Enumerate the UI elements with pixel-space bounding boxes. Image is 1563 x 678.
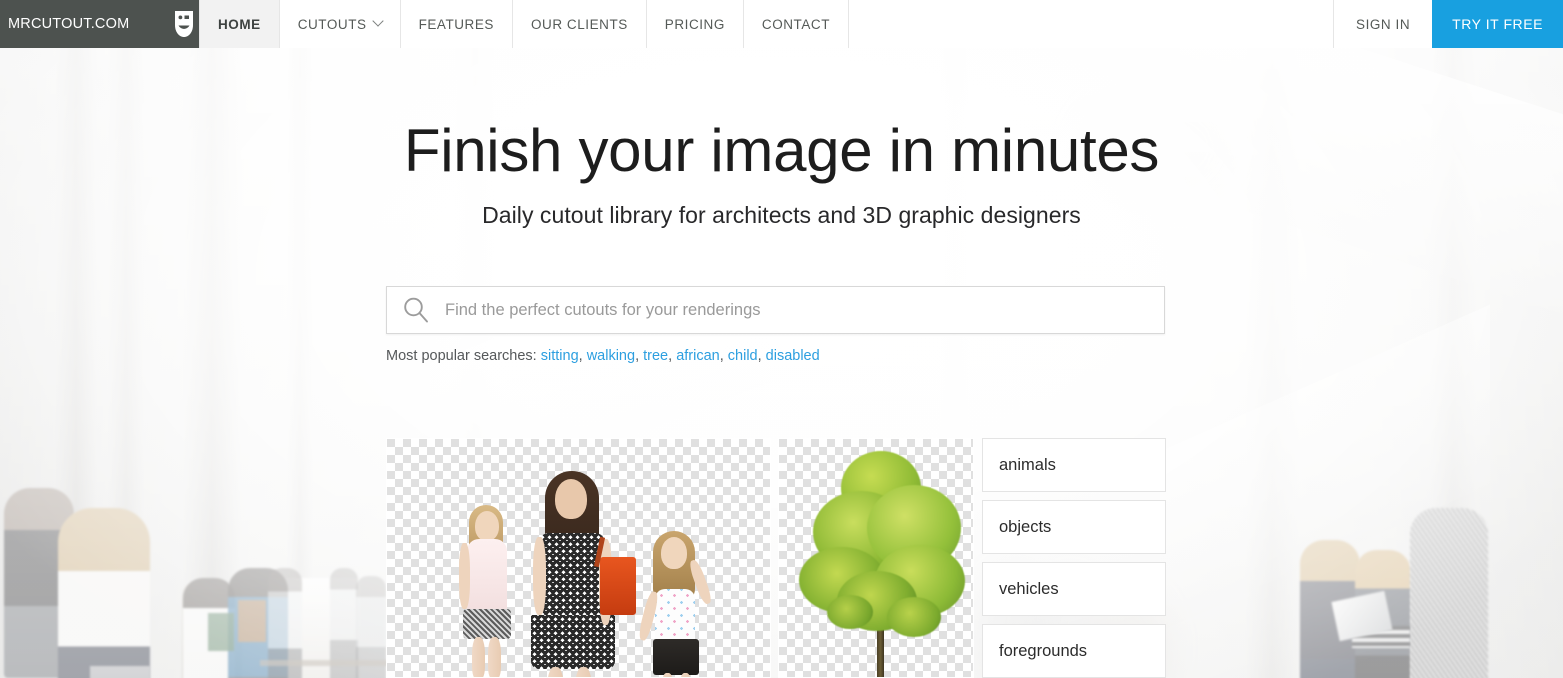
- popular-searches-label: Most popular searches:: [386, 348, 537, 364]
- landing-page: MRCUTOUT.COM HOME CUTOUTS FEATURES OUR C…: [0, 0, 1563, 678]
- nav-item-contact[interactable]: CONTACT: [743, 0, 849, 48]
- nav-item-pricing[interactable]: PRICING: [646, 0, 744, 48]
- category-card-objects[interactable]: objects: [982, 500, 1166, 554]
- sign-in-button[interactable]: SIGN IN: [1333, 0, 1433, 48]
- nav-item-our-clients-label: OUR CLIENTS: [530, 16, 628, 32]
- page-subtitle: Daily cutout library for architects and …: [482, 202, 1081, 228]
- popular-search-african[interactable]: african: [676, 348, 720, 364]
- category-label-vehicles: vehicles: [999, 579, 1059, 598]
- search-bar[interactable]: [386, 286, 1165, 334]
- category-card-foregrounds[interactable]: foregrounds: [982, 624, 1166, 678]
- brand-logo-text-block[interactable]: MRCUTOUT.COM: [0, 0, 170, 48]
- popular-search-child[interactable]: child: [728, 348, 758, 364]
- top-navigation-bar: MRCUTOUT.COM HOME CUTOUTS FEATURES OUR C…: [0, 0, 1563, 48]
- cutout-handbag: [600, 557, 636, 615]
- nav-item-cutouts[interactable]: CUTOUTS: [279, 0, 401, 48]
- popular-search-sitting[interactable]: sitting: [541, 348, 579, 364]
- theater-mask-icon: [175, 11, 193, 37]
- hero-content: Finish your image in minutes Daily cutou…: [0, 48, 1563, 678]
- brand-name: MRCUTOUT.COM: [8, 16, 130, 32]
- nav-item-cutouts-label: CUTOUTS: [297, 16, 367, 32]
- popular-searches: Most popular searches: sitting, walking,…: [386, 348, 820, 364]
- category-label-foregrounds: foregrounds: [999, 641, 1088, 660]
- brand-logo-mark[interactable]: [169, 0, 199, 48]
- search-input[interactable]: [445, 287, 1164, 333]
- people-cutout-thumbnail[interactable]: [386, 438, 771, 678]
- nav-item-pricing-label: PRICING: [664, 16, 725, 32]
- category-label-animals: animals: [999, 455, 1056, 474]
- category-card-animals[interactable]: animals: [982, 438, 1166, 492]
- page-title: Finish your image in minutes: [403, 117, 1160, 184]
- category-label-objects: objects: [999, 517, 1052, 536]
- nav-links: HOME CUTOUTS FEATURES OUR CLIENTS PRICIN…: [199, 0, 849, 48]
- nav-item-home[interactable]: HOME: [199, 0, 280, 48]
- chevron-down-icon: [371, 15, 384, 27]
- popular-search-walking[interactable]: walking: [587, 348, 635, 364]
- try-it-free-label: TRY IT FREE: [1452, 16, 1543, 32]
- nav-item-features[interactable]: FEATURES: [400, 0, 513, 48]
- nav-item-home-label: HOME: [218, 16, 261, 32]
- tree-cutout-thumbnail[interactable]: [778, 438, 974, 678]
- nav-item-contact-label: CONTACT: [761, 16, 830, 32]
- nav-item-our-clients[interactable]: OUR CLIENTS: [512, 0, 647, 48]
- sign-in-label: SIGN IN: [1356, 16, 1411, 32]
- popular-search-disabled[interactable]: disabled: [766, 348, 820, 364]
- popular-search-tree[interactable]: tree: [643, 348, 668, 364]
- category-list: animals objects vehicles foregrounds: [982, 438, 1166, 678]
- hero-section: Finish your image in minutes Daily cutou…: [0, 48, 1563, 678]
- category-card-vehicles[interactable]: vehicles: [982, 562, 1166, 616]
- nav-item-features-label: FEATURES: [418, 16, 494, 32]
- try-it-free-button[interactable]: TRY IT FREE: [1432, 0, 1563, 48]
- nav-right-actions: SIGN IN TRY IT FREE: [1333, 0, 1563, 48]
- nav-spacer: [849, 0, 1334, 48]
- search-icon: [387, 286, 445, 334]
